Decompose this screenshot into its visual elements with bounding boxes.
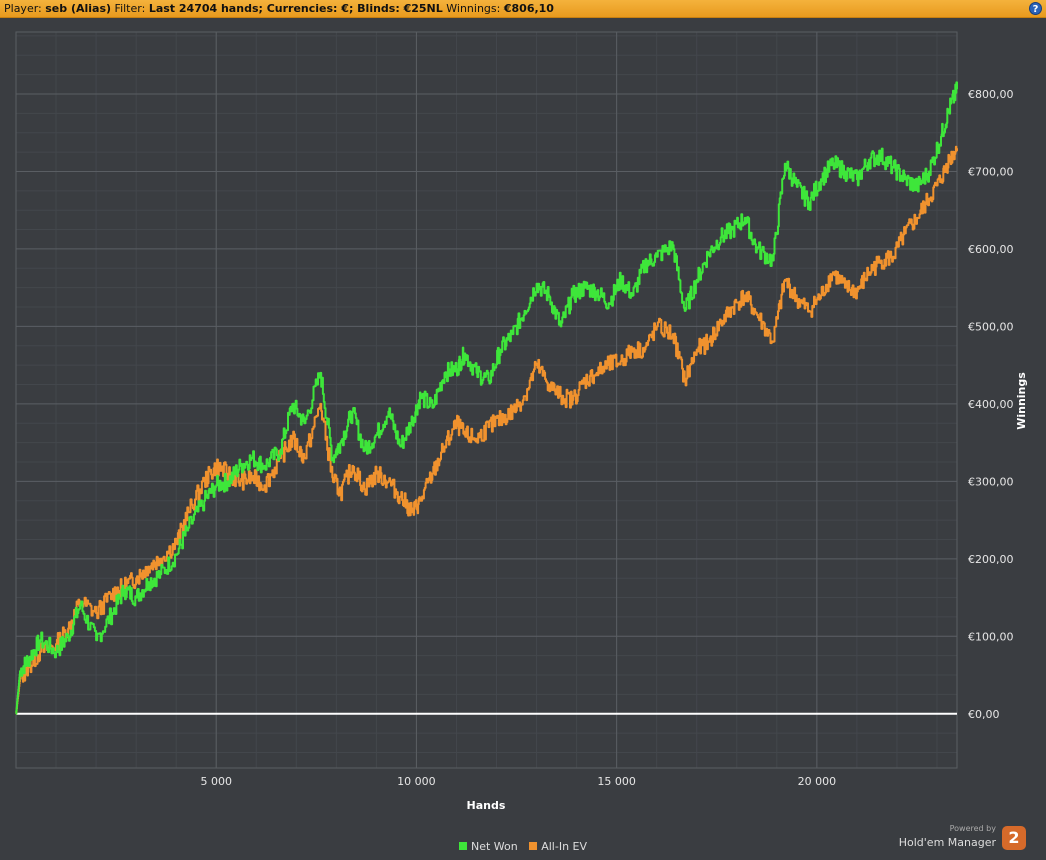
y-tick-label: €100,00 [968,630,1014,643]
player-value: seb (Alias) [45,2,112,15]
player-label: Player: [4,2,42,15]
y-tick-label: €600,00 [968,243,1014,256]
plot-area-border [15,31,958,769]
x-tick-label: 10 000 [397,775,436,788]
winnings-chart: €0,00 €100,00 €200,00 €300,00 €400,00 €500,00… [15,31,1028,812]
hm2-logo-icon: 2 [1002,826,1026,850]
x-tick-label: 5 000 [200,775,232,788]
y-tick-label: €200,00 [968,553,1014,566]
legend-swatch-net-won [458,842,467,850]
chart-legend: Net Won All-In EV [0,840,1046,853]
winnings-label: Winnings: [446,2,501,15]
x-tick-label: 20 000 [798,775,837,788]
legend-label-allin-ev: All-In EV [541,840,588,853]
x-axis-title: Hands [467,799,506,812]
filter-value: Last 24704 hands; Currencies: €; Blinds:… [148,2,443,15]
help-icon[interactable]: ? [1029,2,1042,15]
filter-bar: Player: seb (Alias) Filter: Last 24704 h… [0,0,1046,18]
powered-by-text: Powered by [949,824,996,833]
y-axis-title: Winnings [1015,372,1028,430]
y-tick-label: €700,00 [968,165,1014,178]
y-tick-label: €0,00 [968,708,1000,721]
winnings-value: €806,10 [503,2,554,15]
allin-ev-line [15,145,958,715]
x-tick-label: 15 000 [597,775,636,788]
y-tick-label: €800,00 [968,88,1014,101]
filter-label: Filter: [114,2,146,15]
product-name: Hold'em Manager [898,836,996,849]
legend-item-net-won[interactable]: Net Won [458,840,518,853]
y-tick-label: €300,00 [968,475,1014,488]
net-won-line [15,81,958,715]
y-tick-label: €500,00 [968,320,1014,333]
legend-item-allin-ev[interactable]: All-In EV [529,840,587,853]
holdem-manager-branding: Powered by Hold'em Manager 2 [899,824,1034,854]
legend-swatch-allin-ev [529,842,538,850]
legend-label-net-won: Net Won [470,840,518,853]
y-tick-label: €400,00 [968,398,1014,411]
